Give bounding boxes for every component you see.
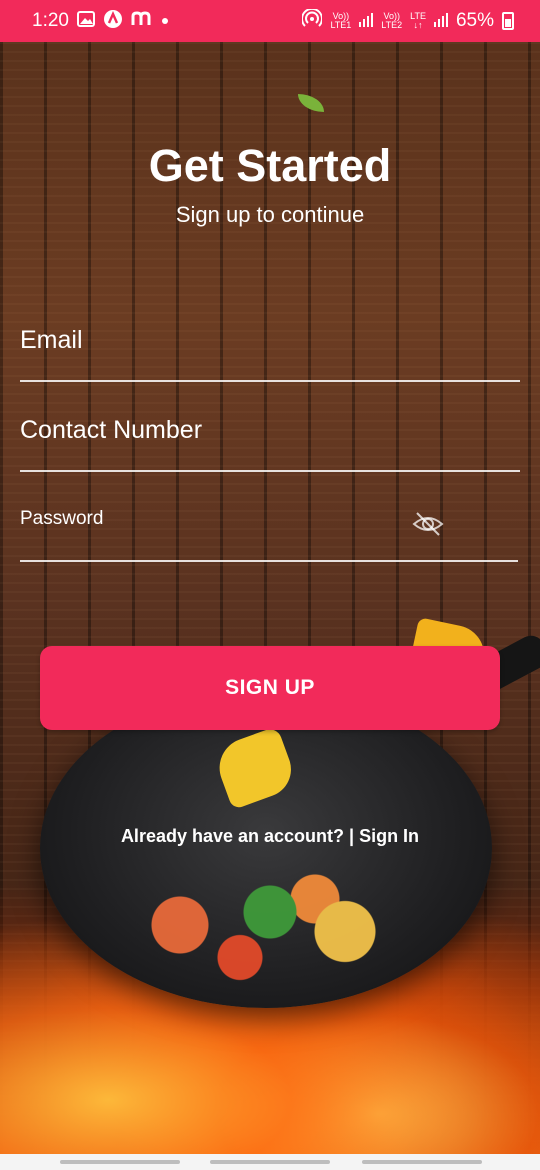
nav-home-button[interactable]	[210, 1160, 330, 1164]
contact-number-field[interactable]: Contact Number	[20, 416, 520, 472]
nav-back-button[interactable]	[362, 1160, 482, 1164]
battery-percent: 65%	[455, 10, 494, 31]
eye-off-icon[interactable]	[412, 510, 444, 538]
net3-bottom: ↓↑	[413, 20, 423, 30]
email-label: Email	[20, 326, 83, 354]
app-a-icon	[103, 9, 123, 33]
signin-link[interactable]: Sign In	[359, 826, 419, 846]
signin-prompt-line: Already have an account? | Sign In	[0, 826, 540, 847]
page-title: Get Started	[148, 140, 392, 191]
signal-icon-2	[433, 11, 448, 31]
app-m-icon	[131, 11, 153, 31]
image-icon	[76, 11, 95, 31]
network-label-3: LTE ↓↑	[410, 12, 426, 30]
nav-recents-button[interactable]	[60, 1160, 180, 1164]
email-field[interactable]: Email	[20, 326, 520, 382]
contact-number-label: Contact Number	[20, 416, 203, 444]
status-bar: 1:20 Vo)) LTE1 Vo)) LTE2 LTE ↓↑ 65%	[0, 0, 540, 42]
food-decoration	[120, 860, 420, 990]
signup-button[interactable]: SIGN UP	[40, 646, 500, 730]
net2-bottom: LTE2	[381, 20, 403, 30]
status-bar-right: Vo)) LTE1 Vo)) LTE2 LTE ↓↑ 65%	[301, 7, 514, 33]
status-time: 1:20	[32, 10, 69, 31]
page-subtitle: Sign up to continue	[175, 202, 365, 227]
password-label: Password	[20, 508, 104, 529]
status-bar-left: 1:20	[32, 9, 169, 33]
signal-icon	[359, 11, 374, 31]
navigation-bar	[0, 1154, 540, 1170]
net1-bottom: LTE1	[330, 20, 352, 30]
network-label-1: Vo)) LTE1	[330, 12, 351, 30]
password-field[interactable]: Password	[20, 508, 518, 562]
battery-icon	[502, 12, 514, 30]
hotspot-icon	[301, 7, 324, 33]
dot-icon	[161, 13, 169, 29]
signin-prompt-text: Already have an account? |	[120, 826, 360, 846]
network-label-2: Vo)) LTE2	[381, 12, 402, 30]
